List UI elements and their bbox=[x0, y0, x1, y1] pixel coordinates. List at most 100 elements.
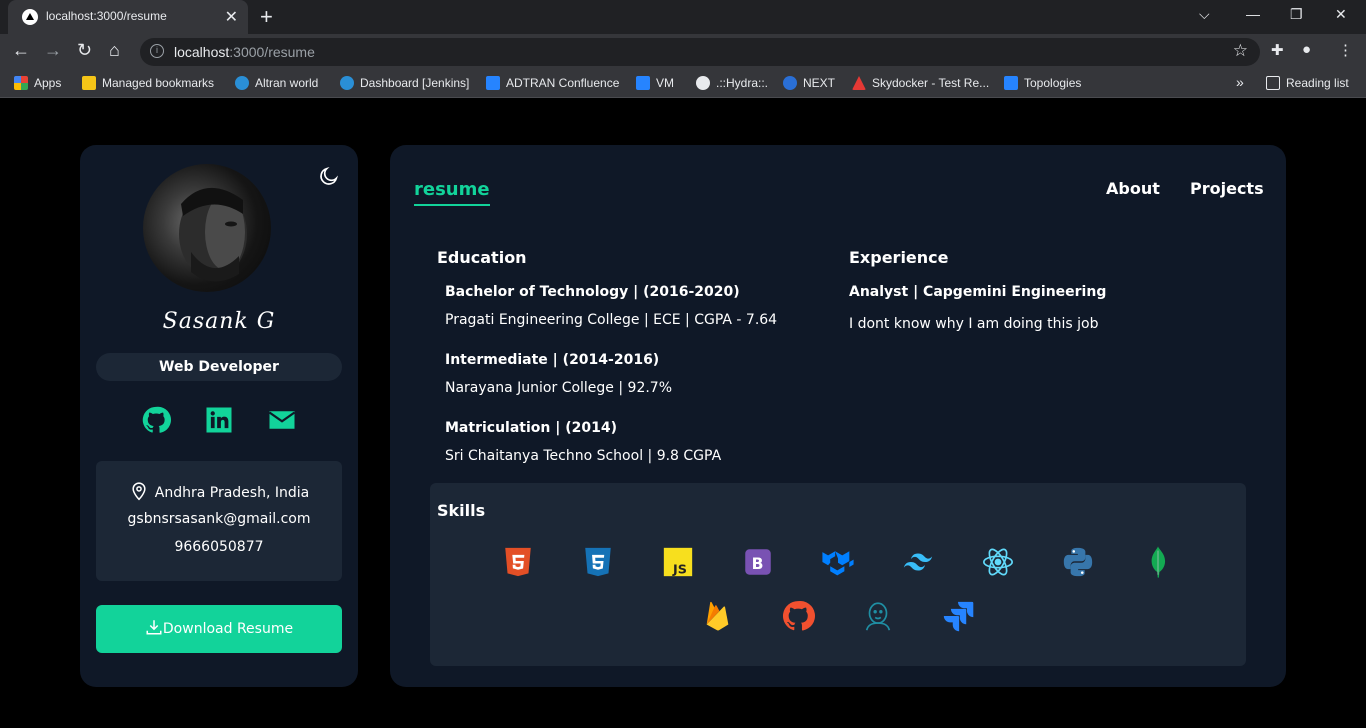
bookmark-label: Apps bbox=[34, 76, 62, 90]
reading-list-label: Reading list bbox=[1286, 76, 1349, 90]
svg-text:B: B bbox=[752, 555, 764, 573]
confluence-icon bbox=[1004, 76, 1018, 90]
bookmark-apps[interactable]: Apps bbox=[14, 76, 61, 90]
confluence-icon bbox=[636, 76, 650, 90]
page-title: resume bbox=[414, 179, 490, 206]
close-tab-icon[interactable]: ✕ bbox=[225, 7, 238, 27]
mongodb-icon bbox=[1151, 546, 1166, 578]
html5-icon bbox=[505, 547, 531, 577]
phone-text: 9666050877 bbox=[174, 539, 264, 555]
bookmark-label: NEXT bbox=[803, 76, 836, 90]
location-text: Andhra Pradesh, India bbox=[154, 485, 310, 501]
react-icon bbox=[982, 548, 1014, 576]
bookmark-skydocker[interactable]: Skydocker - Test Re... bbox=[852, 76, 989, 90]
education-heading: Education bbox=[437, 248, 527, 267]
url-text: localhost:3000/resume bbox=[174, 44, 315, 60]
jira-icon bbox=[943, 601, 974, 632]
bookmark-managed[interactable]: Managed bookmarks bbox=[82, 76, 214, 90]
avatar-portrait-icon bbox=[179, 187, 247, 282]
site-info-icon[interactable]: i bbox=[150, 44, 164, 58]
resume-panel: resume About Projects Education Bachelor… bbox=[390, 145, 1286, 687]
education-item-title: Matriculation | (2014) bbox=[445, 420, 617, 436]
tab-title: localhost:3000/resume bbox=[46, 9, 167, 23]
bookmark-confluence[interactable]: ADTRAN Confluence bbox=[486, 76, 619, 90]
profile-icon[interactable]: ● bbox=[1302, 41, 1311, 58]
bookmark-label: Skydocker - Test Re... bbox=[872, 76, 990, 90]
mail-icon[interactable] bbox=[267, 405, 297, 435]
bookmark-star-icon[interactable]: ☆ bbox=[1233, 41, 1248, 61]
bookmark-next[interactable]: NEXT bbox=[783, 76, 835, 90]
url-path: :3000/resume bbox=[229, 44, 315, 60]
location-pin-icon bbox=[132, 482, 146, 501]
css3-icon bbox=[585, 547, 611, 577]
nav-about-link[interactable]: About bbox=[1106, 179, 1160, 198]
bootstrap-icon: B bbox=[745, 549, 771, 575]
github-icon[interactable] bbox=[141, 405, 171, 435]
confluence-icon bbox=[486, 76, 500, 90]
download-label: Download Resume bbox=[162, 621, 294, 637]
close-window-icon[interactable]: ✕ bbox=[1335, 6, 1347, 23]
home-icon[interactable]: ⌂ bbox=[109, 40, 120, 61]
python-icon bbox=[1063, 547, 1093, 577]
bookmark-label: Dashboard [Jenkins] bbox=[360, 76, 470, 90]
browser-tabstrip: localhost:3000/resume ✕ + ⌵ — ❐ ✕ bbox=[0, 0, 1366, 34]
folder-icon bbox=[82, 76, 96, 90]
browser-tab[interactable]: localhost:3000/resume ✕ bbox=[8, 0, 248, 34]
role-badge: Web Developer bbox=[96, 353, 342, 381]
skills-section: Skills JS B bbox=[430, 483, 1246, 666]
minimize-icon[interactable]: — bbox=[1246, 6, 1260, 22]
url-host: localhost bbox=[174, 44, 230, 60]
svg-text:JS: JS bbox=[672, 562, 687, 577]
material-ui-icon bbox=[822, 551, 854, 576]
reading-list-button[interactable]: Reading list bbox=[1266, 76, 1349, 90]
github-icon bbox=[782, 600, 815, 631]
experience-item-title: Analyst | Capgemini Engineering bbox=[849, 284, 1107, 300]
bookmark-label: .::Hydra::. bbox=[716, 76, 769, 90]
extensions-icon[interactable]: ✚ bbox=[1271, 41, 1284, 59]
profile-name: Sasank G bbox=[162, 309, 276, 334]
location-row: Andhra Pradesh, India bbox=[96, 480, 342, 502]
linkedin-icon[interactable] bbox=[204, 405, 234, 435]
reload-icon[interactable]: ↻ bbox=[77, 40, 92, 61]
address-bar[interactable]: i localhost:3000/resume ☆ bbox=[140, 38, 1260, 66]
bookmark-altran[interactable]: Altran world bbox=[235, 76, 318, 90]
skills-heading: Skills bbox=[437, 501, 486, 520]
tailwind-icon bbox=[903, 553, 933, 571]
new-tab-icon[interactable]: + bbox=[260, 4, 273, 30]
avatar bbox=[143, 164, 271, 292]
experience-item-detail: I dont know why I am doing this job bbox=[849, 316, 1099, 332]
forward-icon[interactable]: → bbox=[44, 40, 62, 61]
download-resume-button[interactable]: Download Resume bbox=[96, 605, 342, 653]
javascript-icon: JS bbox=[663, 547, 693, 577]
moon-icon[interactable] bbox=[318, 165, 340, 187]
education-item-detail: Sri Chaitanya Techno School | 9.8 CGPA bbox=[445, 448, 722, 464]
jenkins-icon bbox=[340, 76, 354, 90]
next-icon bbox=[783, 76, 797, 90]
bookmark-vm[interactable]: VM bbox=[636, 76, 674, 90]
more-bookmarks-icon[interactable]: » bbox=[1236, 74, 1244, 90]
jenkins-icon bbox=[865, 602, 891, 631]
firebase-icon bbox=[706, 601, 729, 631]
reading-list-icon bbox=[1266, 76, 1280, 90]
nav-projects-link[interactable]: Projects bbox=[1190, 179, 1264, 198]
download-icon bbox=[146, 620, 162, 635]
education-item-detail: Narayana Junior College | 92.7% bbox=[445, 380, 673, 396]
menu-icon[interactable]: ⋮ bbox=[1338, 41, 1353, 59]
back-icon[interactable]: ← bbox=[12, 40, 30, 61]
bookmarks-bar: Apps Managed bookmarks Altran world Dash… bbox=[0, 70, 1366, 98]
bookmark-jenkins[interactable]: Dashboard [Jenkins] bbox=[340, 76, 469, 90]
globe-icon bbox=[696, 76, 710, 90]
contact-card: Andhra Pradesh, India gsbnsrsasank@gmail… bbox=[96, 461, 342, 581]
social-links bbox=[80, 405, 358, 435]
email-text: gsbnsrsasank@gmail.com bbox=[127, 511, 311, 527]
education-item-detail: Pragati Engineering College | ECE | CGPA… bbox=[445, 312, 778, 328]
bookmark-hydra[interactable]: .::Hydra::. bbox=[696, 76, 768, 90]
bookmark-topologies[interactable]: Topologies bbox=[1004, 76, 1081, 90]
altran-icon bbox=[235, 76, 249, 90]
nextjs-favicon-icon bbox=[22, 9, 38, 25]
tab-search-icon[interactable]: ⌵ bbox=[1199, 6, 1210, 23]
restore-icon[interactable]: ❐ bbox=[1290, 6, 1303, 23]
bookmark-label: Altran world bbox=[255, 76, 319, 90]
bookmark-label: Managed bookmarks bbox=[102, 76, 215, 90]
apps-grid-icon bbox=[14, 76, 28, 90]
